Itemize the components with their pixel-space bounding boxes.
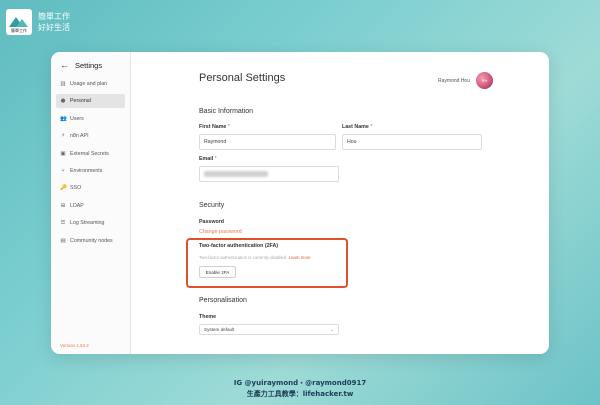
sidebar-item-label: n8n API bbox=[70, 133, 89, 140]
sidebar-item-label: SSO bbox=[70, 185, 82, 192]
basic-info-heading: Basic Information bbox=[199, 108, 254, 115]
logo-caption: 簡單工作 bbox=[11, 28, 27, 33]
sidebar-item-label: Log Streaming bbox=[70, 220, 105, 227]
theme-select[interactable]: System default ⌄ bbox=[199, 324, 339, 335]
sidebar-item-label: Usage and plan bbox=[70, 81, 108, 87]
personalisation-heading: Personalisation bbox=[199, 297, 247, 304]
sidebar-item-external-secrets[interactable]: ▣ External Secrets bbox=[56, 147, 125, 161]
sidebar-item-personal[interactable]: ● Personal bbox=[56, 94, 125, 109]
key-icon: 🔑 bbox=[60, 185, 67, 192]
settings-window: ← Settings ▥ Usage and plan ● Personal 👥 Us… bbox=[51, 52, 549, 354]
settings-sidebar: ← Settings ▥ Usage and plan ● Personal 👥 Us… bbox=[51, 52, 131, 354]
sidebar-item-ldap[interactable]: ⊞ LDAP bbox=[56, 199, 125, 213]
page-title: Personal Settings bbox=[199, 72, 286, 84]
learn-more-link[interactable]: Learn more bbox=[289, 255, 311, 260]
user-circle-icon: ● bbox=[60, 98, 66, 105]
tfa-status: Two-factor authentication is currently d… bbox=[199, 255, 311, 260]
vault-icon: ▣ bbox=[60, 150, 66, 157]
change-password-link[interactable]: Change password bbox=[199, 229, 242, 235]
sidebar-item-environments[interactable]: ⑂ Environments bbox=[56, 164, 125, 178]
brand: 簡單工作 簡單工作 好好生活 bbox=[6, 9, 70, 35]
sidebar-item-label: Community nodes bbox=[70, 237, 113, 244]
chart-icon: ▥ bbox=[60, 81, 66, 87]
tfa-title: Two-factor authentication (2FA) bbox=[199, 243, 279, 249]
email-redacted bbox=[204, 171, 268, 177]
sidebar-item-log-streaming[interactable]: ☰ Log Streaming bbox=[56, 216, 125, 230]
network-icon: ⊞ bbox=[60, 202, 66, 209]
sidebar-item-usage[interactable]: ▥ Usage and plan bbox=[56, 77, 125, 91]
footer-credits: IG @yuiraymond・@raymond0917 生產力工具教學：life… bbox=[0, 378, 600, 400]
sidebar-item-label: Personal bbox=[70, 98, 91, 105]
enable-2fa-button[interactable]: Enable 2FA bbox=[199, 266, 236, 278]
sidebar-item-community-nodes[interactable]: ▤ Community nodes bbox=[56, 234, 125, 248]
brand-line-1: 簡單工作 bbox=[38, 12, 70, 21]
first-name-label: First Name * bbox=[199, 124, 230, 130]
theme-select-value: System default bbox=[204, 327, 235, 332]
footer-line-2: 生產力工具教學：lifehacker.tw bbox=[246, 390, 354, 398]
first-name-field[interactable]: Raymond bbox=[199, 134, 336, 150]
cube-icon: ▤ bbox=[60, 237, 66, 244]
back-arrow-icon[interactable]: ← bbox=[60, 60, 69, 70]
last-name-field[interactable]: Hou bbox=[342, 134, 482, 150]
settings-main: Personal Settings Raymond Hou RH Basic I… bbox=[131, 52, 549, 354]
avatar[interactable]: RH bbox=[476, 72, 493, 89]
version-label: Version 1.63.2 bbox=[60, 343, 89, 348]
sidebar-title: Settings bbox=[75, 60, 103, 70]
theme-label: Theme bbox=[199, 314, 217, 320]
sidebar-item-label: Environments bbox=[70, 167, 103, 174]
branch-icon: ⑂ bbox=[61, 167, 65, 174]
footer-line-1: IG @yuiraymond・@raymond0917 bbox=[233, 379, 367, 387]
sidebar-item-label: Users bbox=[70, 115, 84, 122]
security-heading: Security bbox=[199, 202, 225, 209]
brand-logo: 簡單工作 bbox=[6, 9, 32, 35]
sidebar-header[interactable]: ← Settings bbox=[51, 58, 130, 72]
sidebar-item-users[interactable]: 👥 Users bbox=[56, 112, 125, 126]
chevron-down-icon: ⌄ bbox=[329, 326, 334, 333]
brand-line-2: 好好生活 bbox=[38, 23, 70, 32]
last-name-label: Last Name * bbox=[342, 124, 373, 130]
email-label: Email * bbox=[199, 156, 217, 162]
users-icon: 👥 bbox=[60, 115, 67, 122]
sidebar-item-api[interactable]: ⚡ n8n API bbox=[56, 129, 125, 143]
plug-icon: ⚡ bbox=[61, 133, 65, 140]
list-icon: ☰ bbox=[60, 220, 66, 227]
password-label: Password bbox=[199, 219, 225, 225]
sidebar-item-label: LDAP bbox=[70, 202, 84, 209]
email-field[interactable] bbox=[199, 166, 339, 182]
user-chip: Raymond Hou RH bbox=[438, 72, 493, 89]
sidebar-item-label: External Secrets bbox=[70, 150, 109, 157]
sidebar-item-sso[interactable]: 🔑 SSO bbox=[56, 181, 125, 195]
user-name: Raymond Hou bbox=[438, 77, 470, 84]
